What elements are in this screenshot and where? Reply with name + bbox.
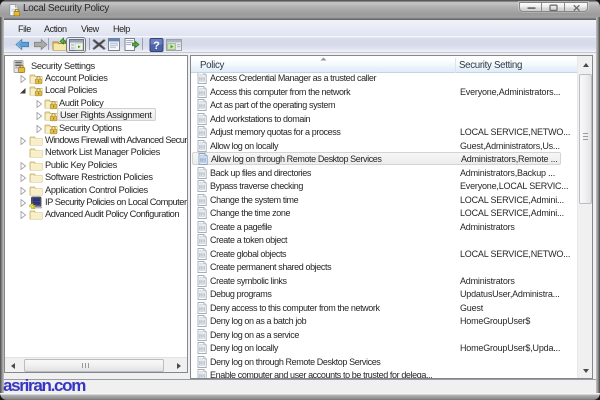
svg-text:?: ?: [153, 40, 160, 52]
